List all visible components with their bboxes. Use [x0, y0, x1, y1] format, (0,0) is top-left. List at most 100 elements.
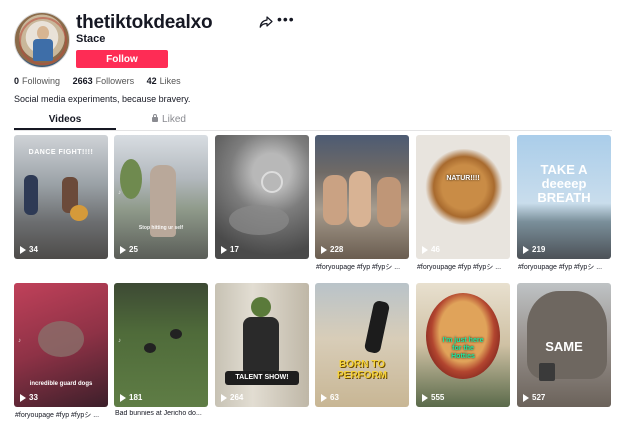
video-views-count: 527 [532, 393, 546, 402]
avatar-shirt [33, 39, 53, 61]
video-pot [261, 171, 283, 193]
video-overlay-text: TALENT SHOW! [235, 374, 289, 381]
video-views: 181 [120, 393, 142, 402]
video-mask [426, 293, 500, 379]
profile-nickname: Stace [76, 33, 106, 45]
play-icon [321, 393, 327, 402]
play-icon [523, 245, 529, 254]
play-icon [221, 393, 227, 402]
video-overlay-text: I'm just here for the Hotties [442, 337, 484, 360]
video-bunny [144, 343, 156, 353]
video-views: 34 [20, 245, 38, 254]
video-bunny [170, 329, 182, 339]
video-thumbnail[interactable]: Stop hitting ur self ♪ 25 [114, 135, 208, 259]
tiktok-watermark-icon: ♪ [118, 338, 121, 344]
lock-icon [152, 114, 159, 122]
video-views-count: 34 [29, 245, 38, 254]
tiktok-watermark-icon: ♪ [18, 338, 21, 344]
video-caption[interactable]: #foryoupage #fyp #fypシ ... [518, 262, 614, 272]
video-caption[interactable]: Bad bunnies at Jericho do... [115, 410, 211, 417]
share-icon[interactable] [259, 15, 273, 29]
video-views-count: 17 [230, 245, 239, 254]
tab-videos[interactable]: Videos [14, 114, 116, 130]
video-views-count: 219 [532, 245, 546, 254]
video-caption[interactable]: #foryoupage #fyp #fypシ ... [316, 262, 412, 272]
video-views-count: 555 [431, 393, 445, 402]
video-overlay-text: BORN TO PERFORM [337, 359, 387, 381]
video-overlay-text: Stop hitting ur self [138, 225, 184, 231]
video-views: 527 [523, 393, 545, 402]
video-thumbnail[interactable]: 17 [215, 135, 309, 259]
video-thumbnail[interactable]: NATUR!!!! 46 [416, 135, 510, 259]
profile-stats: 0 Following 2663 Followers 42 Likes [14, 76, 191, 86]
play-icon [422, 393, 428, 402]
video-performer [243, 317, 279, 377]
video-wrestler [323, 175, 347, 225]
video-views: 17 [221, 245, 239, 254]
profile-avatar[interactable] [14, 12, 70, 68]
video-views: 25 [120, 245, 138, 254]
stat-likes-value: 42 [146, 76, 157, 86]
video-thumbnail[interactable]: TALENT SHOW! 264 [215, 283, 309, 407]
video-overlay-text: TAKE A deeeep BREATH [537, 162, 591, 205]
video-views-count: 181 [129, 393, 143, 402]
video-caption[interactable]: #foryoupage #fyp #fypシ ... [15, 410, 111, 420]
video-thumbnail[interactable]: 228 [315, 135, 409, 259]
more-icon[interactable]: ••• [277, 12, 294, 28]
play-icon [20, 245, 26, 254]
stat-following-value: 0 [14, 76, 20, 86]
video-rocks [229, 205, 289, 235]
video-overlay-text: incredible guard dogs [29, 381, 93, 387]
video-thumbnail[interactable]: I'm just here for the Hotties 555 [416, 283, 510, 407]
video-views-count: 25 [129, 245, 138, 254]
video-wrestler [377, 177, 401, 227]
video-views-count: 33 [29, 393, 38, 402]
video-views: 63 [321, 393, 339, 402]
avatar-head [37, 26, 49, 40]
play-icon [321, 245, 327, 254]
play-icon [120, 393, 126, 402]
video-thumbnail[interactable]: incredible guard dogs ♪ 33 [14, 283, 108, 407]
video-views-count: 264 [230, 393, 244, 402]
video-overlay-text: NATUR!!!! [446, 175, 480, 182]
play-icon [120, 245, 126, 254]
tabs-divider [14, 130, 612, 131]
play-icon [20, 393, 26, 402]
play-icon [523, 393, 529, 402]
video-bucket [539, 363, 555, 381]
video-views-count: 46 [431, 245, 440, 254]
stat-following-label: Following [22, 76, 61, 86]
video-thumbnail[interactable]: SAME 527 [517, 283, 611, 407]
video-wrestler [349, 171, 371, 227]
video-dog [38, 321, 84, 357]
video-thumbnail[interactable]: BORN TO PERFORM 63 [315, 283, 409, 407]
video-caption[interactable]: #foryoupage #fyp #fypシ ... [417, 262, 513, 272]
profile-bio: Social media experiments, because braver… [14, 94, 191, 104]
video-tree [120, 159, 142, 199]
video-figure [24, 175, 38, 215]
tiktok-watermark-icon: ♪ [118, 190, 121, 196]
video-views: 264 [221, 393, 243, 402]
video-views-count: 63 [330, 393, 339, 402]
video-views: 555 [422, 393, 444, 402]
stat-followers[interactable]: 2663 Followers [73, 76, 135, 86]
video-thumbnail[interactable]: ♪ 181 [114, 283, 208, 407]
stat-likes-label: Likes [159, 76, 181, 86]
video-thumbnail[interactable]: TAKE A deeeep BREATH 219 [517, 135, 611, 259]
video-performer-head [251, 297, 271, 317]
play-icon [221, 245, 227, 254]
profile-tabs: Videos Liked [14, 114, 230, 130]
stat-following[interactable]: 0 Following [14, 76, 60, 86]
video-plate [424, 149, 504, 225]
video-thumbnail[interactable]: DANCE FIGHT!!!! 34 [14, 135, 108, 259]
video-views: 219 [523, 245, 545, 254]
tab-liked-label: Liked [162, 114, 186, 125]
video-views: 228 [321, 245, 343, 254]
profile-username: thetiktokdealxo [76, 12, 213, 33]
video-overlay-text: DANCE FIGHT!!!! [28, 149, 94, 156]
video-dog [70, 205, 88, 221]
tab-liked[interactable]: Liked [118, 114, 220, 130]
follow-button[interactable]: Follow [76, 50, 168, 68]
stat-likes: 42 Likes [147, 76, 181, 86]
video-overlay-text: SAME [545, 339, 583, 354]
